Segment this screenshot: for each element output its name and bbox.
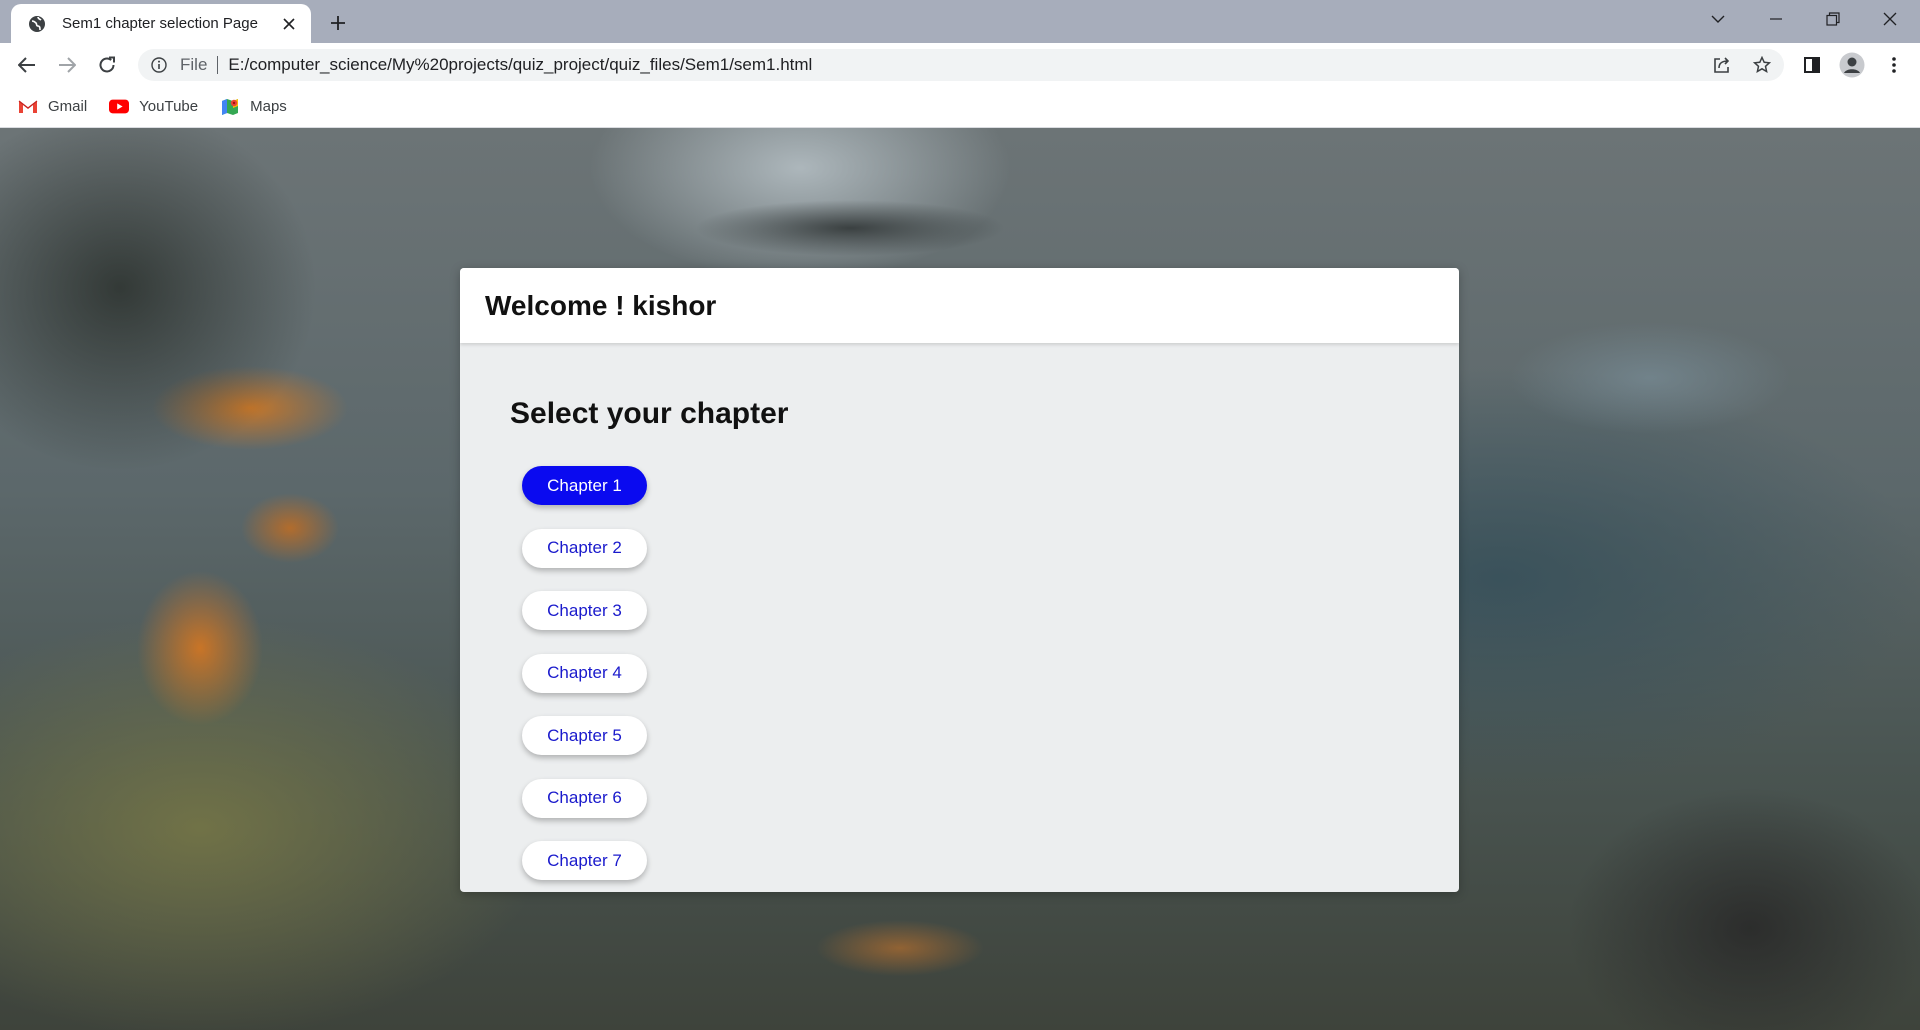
minimize-window-icon[interactable] xyxy=(1748,0,1804,38)
card-body: Select your chapter Chapter 1 Chapter 2 Ch… xyxy=(460,343,1459,892)
side-panel-icon[interactable] xyxy=(1796,49,1828,81)
youtube-icon xyxy=(109,97,130,117)
welcome-heading: Welcome ! kishor xyxy=(485,289,717,321)
browser-tab[interactable]: Sem1 chapter selection Page xyxy=(11,4,311,43)
bookmark-maps[interactable]: Maps xyxy=(220,93,287,121)
close-tab-icon[interactable] xyxy=(277,12,301,36)
site-info-icon[interactable] xyxy=(150,56,168,74)
maps-icon xyxy=(220,97,240,117)
url-text[interactable]: E:/computer_science/My%20projects/quiz_p… xyxy=(228,55,812,75)
profile-avatar-icon[interactable] xyxy=(1836,49,1868,81)
url-scheme-label: File xyxy=(180,55,208,74)
reload-icon[interactable] xyxy=(91,49,123,81)
chapter-5-button[interactable]: Chapter 5 xyxy=(522,716,647,755)
chapter-list: Chapter 1 Chapter 2 Chapter 3 Chapter 4 Chap… xyxy=(522,466,652,892)
back-arrow-icon[interactable] xyxy=(11,49,43,81)
bookmark-gmail[interactable]: Gmail xyxy=(18,93,87,121)
bookmark-label: Gmail xyxy=(48,98,88,115)
share-icon[interactable] xyxy=(1706,49,1738,81)
globe-icon xyxy=(27,14,47,34)
bookmark-youtube[interactable]: YouTube xyxy=(109,93,198,121)
url-separator xyxy=(217,56,219,74)
new-tab-button[interactable] xyxy=(324,9,352,37)
bookmark-label: YouTube xyxy=(139,98,199,115)
tab-title: Sem1 chapter selection Page xyxy=(62,15,258,32)
chapter-selection-card: Welcome ! kishor Select your chapter Cha… xyxy=(460,268,1459,892)
gmail-icon xyxy=(18,97,38,117)
forward-arrow-icon[interactable] xyxy=(51,49,83,81)
chapter-4-button[interactable]: Chapter 4 xyxy=(522,653,647,693)
bookmark-star-icon[interactable] xyxy=(1746,49,1778,81)
tab-strip: Sem1 chapter selection Page xyxy=(0,0,1920,43)
tab-search-chevron-icon[interactable] xyxy=(1690,0,1746,38)
card-header: Welcome ! kishor xyxy=(460,268,1459,343)
chapter-6-button[interactable]: Chapter 6 xyxy=(522,778,647,818)
restore-window-icon[interactable] xyxy=(1805,0,1861,38)
chapter-1-button[interactable]: Chapter 1 xyxy=(522,466,647,505)
chapter-7-button[interactable]: Chapter 7 xyxy=(522,841,647,880)
bookmark-label: Maps xyxy=(250,98,287,115)
close-window-icon[interactable] xyxy=(1862,0,1918,38)
menu-kebab-icon[interactable] xyxy=(1878,49,1910,81)
chapter-2-button[interactable]: Chapter 2 xyxy=(522,528,647,568)
select-chapter-heading: Select your chapter xyxy=(510,397,789,430)
browser-toolbar: File E:/computer_science/My%20projects/q… xyxy=(0,43,1920,86)
bookmarks-bar: Gmail YouTube Maps xyxy=(0,86,1920,128)
page-background: Welcome ! kishor Select your chapter Cha… xyxy=(0,128,1920,1030)
chapter-3-button[interactable]: Chapter 3 xyxy=(522,591,647,630)
address-bar[interactable]: File E:/computer_science/My%20projects/q… xyxy=(138,49,1784,81)
